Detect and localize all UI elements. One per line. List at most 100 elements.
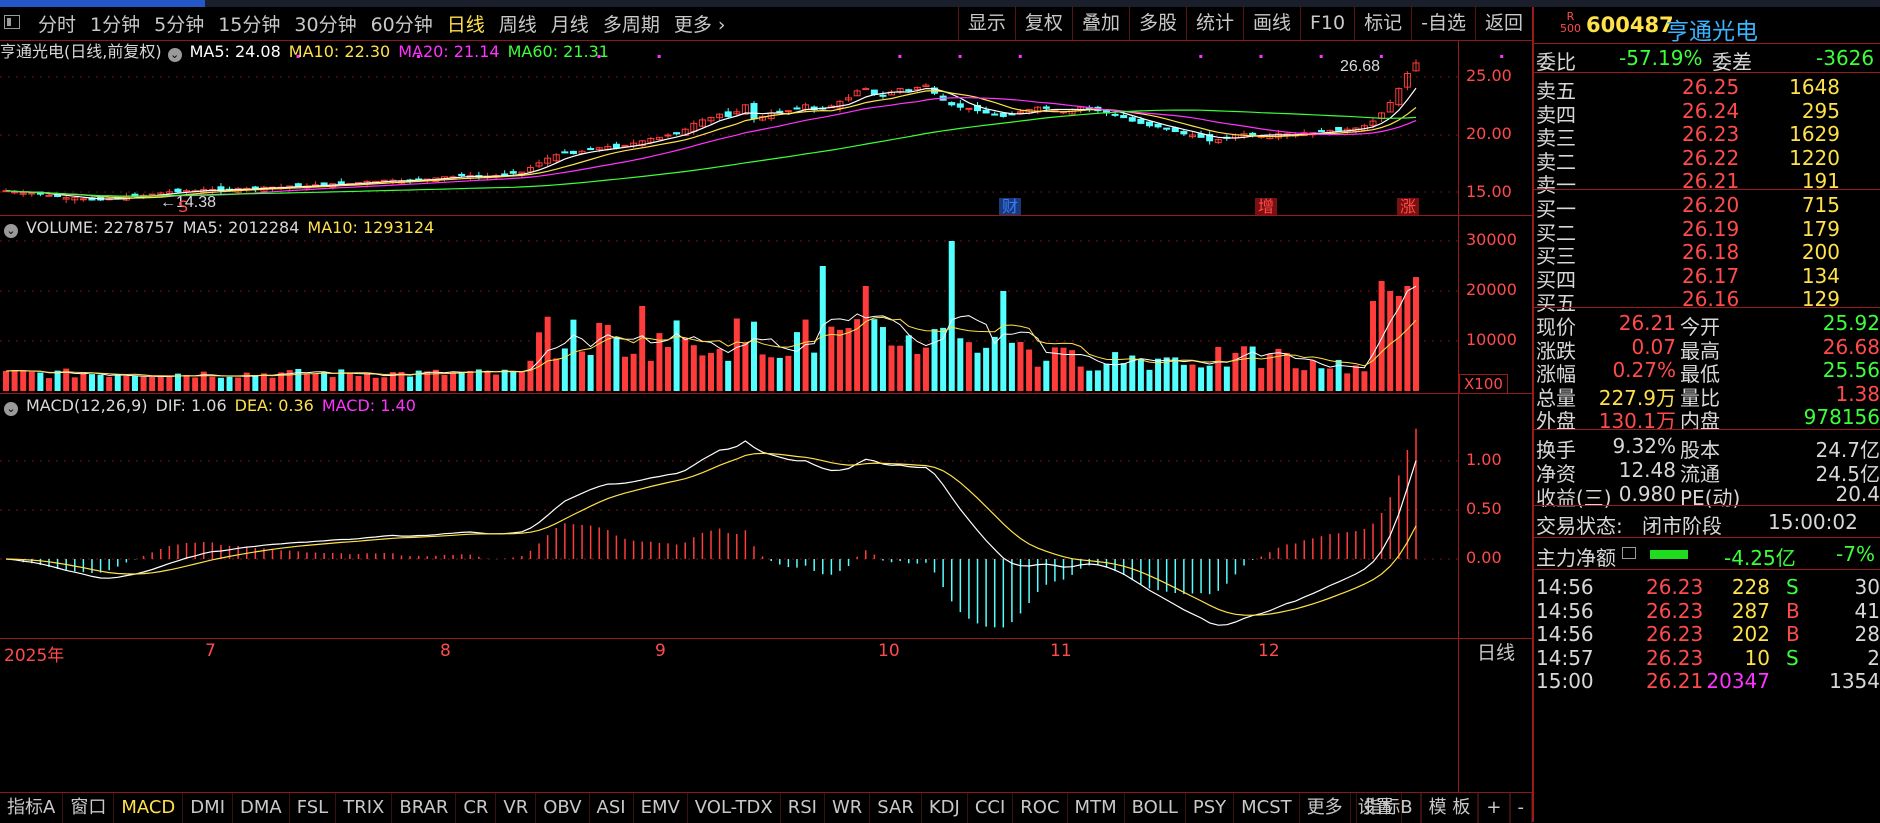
- indicator-tab[interactable]: DMI: [183, 793, 233, 823]
- signal-dot: [1319, 55, 1323, 58]
- tick-volume: 10: [1744, 645, 1770, 670]
- indicator-tab[interactable]: MTM: [1068, 793, 1125, 823]
- chevron-down-icon[interactable]: ⌄: [4, 224, 18, 238]
- indicator-right-button[interactable]: 指标B: [1356, 793, 1421, 823]
- indicator-tab[interactable]: ASI: [590, 793, 634, 823]
- volume-bar: [1404, 286, 1411, 391]
- candle: [1317, 130, 1325, 133]
- toolbar-action-button[interactable]: 画线: [1242, 7, 1300, 40]
- event-marker[interactable]: 增: [1258, 197, 1274, 216]
- stock-name[interactable]: 亨通光电: [1666, 12, 1758, 46]
- indicator-tab[interactable]: MACD: [114, 793, 184, 823]
- stat-value: 26.21: [1618, 311, 1676, 335]
- toolbar-action-button[interactable]: 标记: [1354, 7, 1411, 40]
- indicator-tab[interactable]: 指标A: [0, 793, 64, 823]
- list-icon[interactable]: [1622, 547, 1636, 559]
- volume-bar: [1223, 366, 1230, 391]
- event-marker[interactable]: S: [178, 197, 188, 216]
- indicator-tab[interactable]: BRAR: [392, 793, 457, 823]
- volume-bar: [54, 370, 61, 391]
- volume-bar: [1026, 349, 1033, 391]
- toolbar-action-button[interactable]: 复权: [1014, 7, 1072, 40]
- volume-bar: [527, 360, 534, 391]
- period-tab[interactable]: 多周期: [603, 10, 660, 37]
- indicator-tab[interactable]: WR: [825, 793, 871, 823]
- indicator-tab[interactable]: VOL-TDX: [688, 793, 781, 823]
- period-tab[interactable]: 5分钟: [154, 10, 204, 37]
- candle: [174, 188, 182, 193]
- candle: [148, 193, 156, 196]
- indicator-tab[interactable]: BOLL: [1125, 793, 1186, 823]
- period-tab[interactable]: 分时: [38, 10, 76, 37]
- panel-toggle-icon[interactable]: [4, 15, 20, 29]
- toolbar-action-button[interactable]: F10: [1300, 7, 1354, 40]
- indicator-right-button[interactable]: +: [1478, 793, 1510, 823]
- trade-status-row: 交易状态: 闭市阶段 15:00:02: [1534, 508, 1880, 538]
- volume-bar: [260, 373, 267, 391]
- date-tick: 9: [655, 641, 666, 661]
- volume-bar: [493, 374, 500, 391]
- book-volume: 179: [1801, 216, 1840, 241]
- macd-ytick: 0.00: [1466, 548, 1502, 567]
- indicator-tab[interactable]: PSY: [1186, 793, 1235, 823]
- period-tab[interactable]: 60分钟: [371, 10, 433, 37]
- kline-chart[interactable]: 26.68 ←14.38 S 财增涨 亨通光电(日线,前复权) ⌄ MA5: 24.08 M…: [0, 40, 1532, 792]
- candle: [612, 143, 620, 149]
- chevron-down-icon[interactable]: ⌄: [167, 48, 182, 62]
- period-tab[interactable]: 15分钟: [218, 10, 280, 37]
- volume-bar: [1241, 346, 1248, 391]
- candle: [776, 110, 784, 113]
- candle: [793, 107, 801, 110]
- volume-bar: [501, 369, 508, 391]
- volume-bar: [750, 321, 757, 391]
- toolbar-action-button[interactable]: 多股: [1128, 7, 1186, 40]
- volume-bar: [1112, 352, 1119, 391]
- volume-bar: [1327, 368, 1334, 391]
- candle: [1042, 106, 1050, 109]
- toolbar-action-button[interactable]: 返回: [1474, 7, 1532, 40]
- weicha-label: 委差: [1712, 50, 1752, 74]
- book-price: 26.22: [1682, 145, 1740, 170]
- indicator-tab[interactable]: MCST: [1234, 793, 1300, 823]
- indicator-right-button[interactable]: -: [1509, 793, 1532, 823]
- indicator-tab[interactable]: OBV: [536, 793, 590, 823]
- indicator-tab[interactable]: TRIX: [336, 793, 393, 823]
- candle: [1111, 113, 1119, 116]
- period-tab[interactable]: 周线: [499, 10, 537, 37]
- volume-bar: [1378, 281, 1385, 391]
- period-tab[interactable]: 月线: [551, 10, 589, 37]
- indicator-tab[interactable]: CR: [456, 793, 497, 823]
- indicator-tab[interactable]: 更多: [1300, 793, 1351, 823]
- period-tab[interactable]: 日线: [447, 10, 485, 37]
- event-marker[interactable]: 涨: [1400, 197, 1416, 216]
- period-tab[interactable]: 1分钟: [90, 10, 140, 37]
- chevron-down-icon[interactable]: ⌄: [4, 402, 18, 416]
- indicator-tab[interactable]: 窗口: [63, 793, 115, 823]
- indicator-tab[interactable]: KDJ: [922, 793, 968, 823]
- tick-extra: 30: [1854, 575, 1880, 599]
- volume-ytick: 30000: [1466, 230, 1517, 249]
- indicator-tab[interactable]: CCI: [968, 793, 1014, 823]
- event-marker[interactable]: 财: [1002, 197, 1018, 216]
- toolbar-action-button[interactable]: 显示: [957, 7, 1015, 40]
- volume-bar: [1086, 370, 1093, 391]
- stat-label: PE(动): [1680, 486, 1741, 510]
- volume-bar: [11, 370, 18, 391]
- toolbar-action-button[interactable]: -自选: [1411, 7, 1475, 40]
- date-axis: 2025年 7 8 9 10 11 12: [0, 641, 1458, 666]
- indicator-tab[interactable]: FSL: [290, 793, 337, 823]
- toolbar-action-button[interactable]: 统计: [1185, 7, 1243, 40]
- indicator-tab[interactable]: EMV: [634, 793, 688, 823]
- indicator-right-button[interactable]: 模 板: [1420, 793, 1479, 823]
- period-tab[interactable]: 30分钟: [294, 10, 356, 37]
- period-tab[interactable]: 更多 ›: [674, 10, 726, 37]
- indicator-tab[interactable]: ROC: [1013, 793, 1068, 823]
- indicator-tab[interactable]: SAR: [870, 793, 922, 823]
- indicator-tab[interactable]: VR: [496, 793, 537, 823]
- webi-label: 委比: [1536, 50, 1576, 74]
- toolbar-action-button[interactable]: 叠加: [1071, 7, 1129, 40]
- indicator-tab[interactable]: RSI: [781, 793, 825, 823]
- volume-bar: [1034, 366, 1041, 391]
- indicator-tab[interactable]: DMA: [233, 793, 290, 823]
- book-volume: 200: [1801, 240, 1840, 264]
